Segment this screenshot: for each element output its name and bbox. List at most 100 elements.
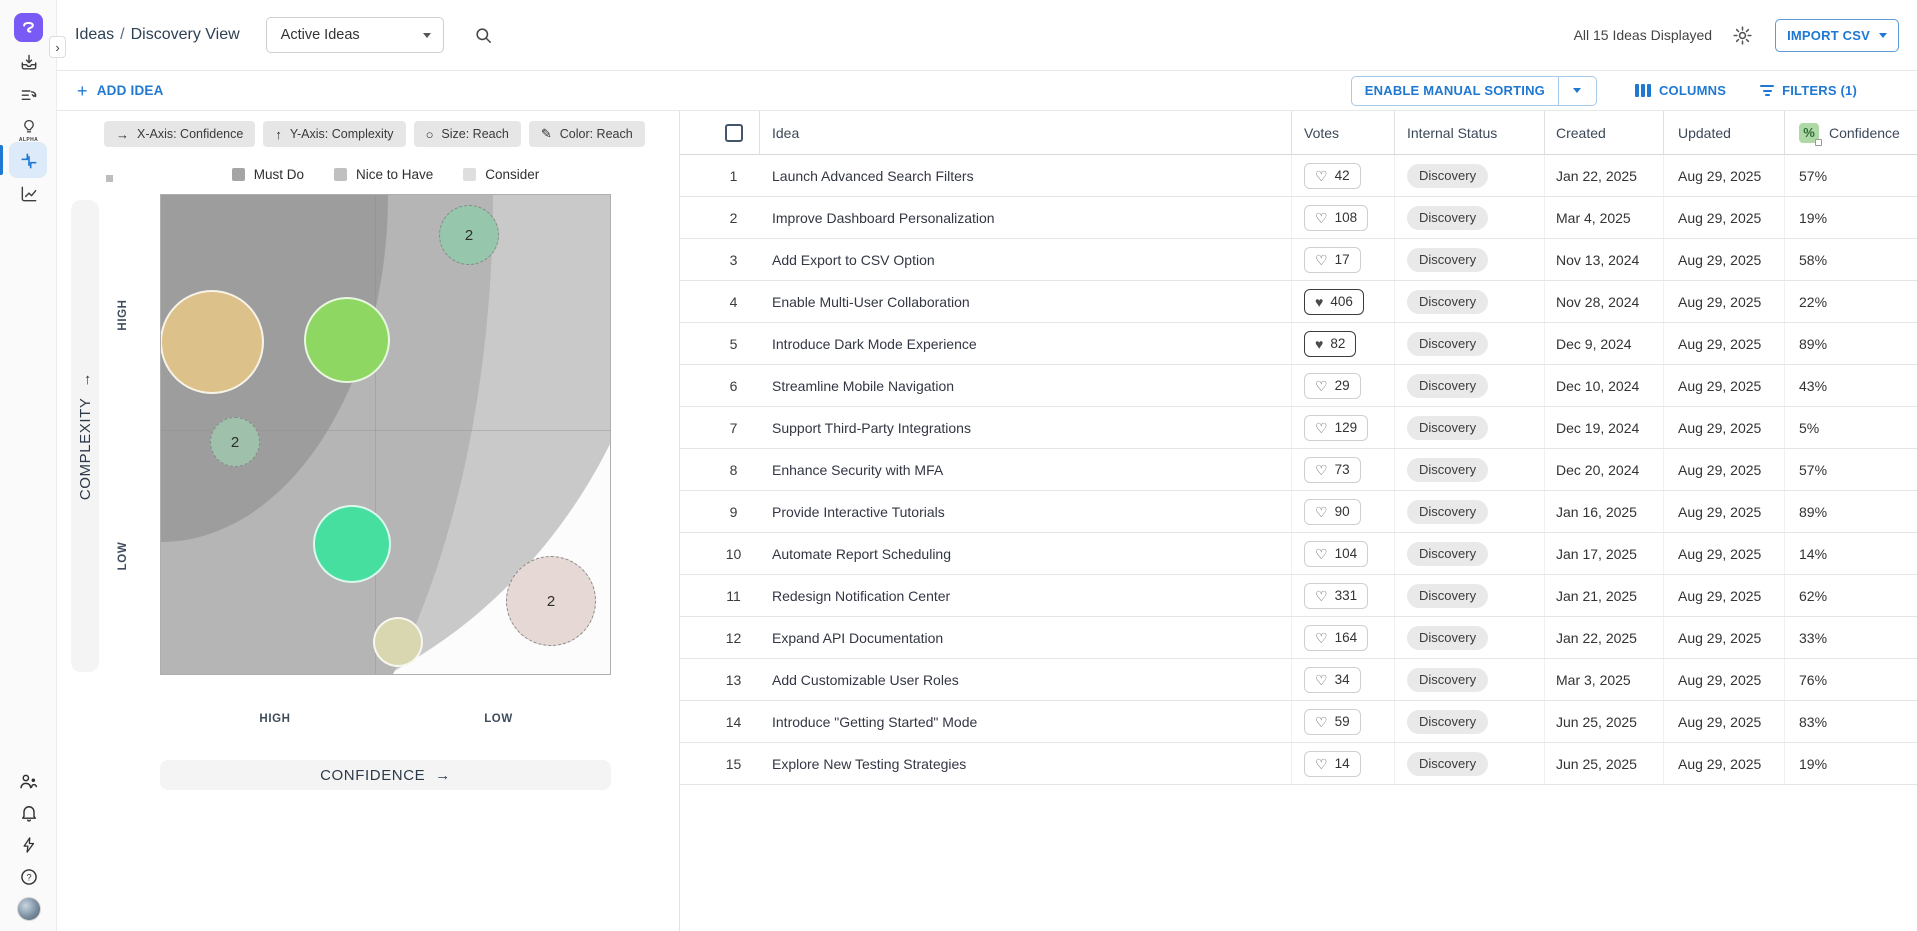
- insights-chart-icon[interactable]: [0, 181, 57, 207]
- idea-title[interactable]: Streamline Mobile Navigation: [759, 365, 1291, 406]
- table-row[interactable]: 2 Improve Dashboard Personalization ♡ 10…: [680, 197, 1917, 239]
- header-votes[interactable]: Votes: [1291, 111, 1394, 154]
- status-badge[interactable]: Discovery: [1407, 416, 1488, 440]
- idea-title[interactable]: Automate Report Scheduling: [759, 533, 1291, 574]
- table-row[interactable]: 7 Support Third-Party Integrations ♡ 129…: [680, 407, 1917, 449]
- table-row[interactable]: 9 Provide Interactive Tutorials ♡ 90 Dis…: [680, 491, 1917, 533]
- header-idea[interactable]: Idea: [759, 111, 1291, 154]
- notifications-bell-icon[interactable]: [0, 800, 57, 826]
- bubble-matrix-plot[interactable]: 2 2 2: [160, 194, 611, 675]
- view-selector-dropdown[interactable]: Active Ideas: [266, 17, 444, 53]
- import-csv-button[interactable]: IMPORT CSV: [1775, 19, 1899, 52]
- vote-button[interactable]: ♡ 59: [1304, 709, 1361, 735]
- status-badge[interactable]: Discovery: [1407, 542, 1488, 566]
- status-badge[interactable]: Discovery: [1407, 332, 1488, 356]
- vote-button[interactable]: ♡ 331: [1304, 583, 1368, 609]
- idea-title[interactable]: Improve Dashboard Personalization: [759, 197, 1291, 238]
- status-badge[interactable]: Discovery: [1407, 584, 1488, 608]
- header-internal-status[interactable]: Internal Status: [1394, 111, 1544, 154]
- table-row[interactable]: 8 Enhance Security with MFA ♡ 73 Discove…: [680, 449, 1917, 491]
- table-row[interactable]: 12 Expand API Documentation ♡ 164 Discov…: [680, 617, 1917, 659]
- vote-button[interactable]: ♡ 164: [1304, 625, 1368, 651]
- vote-button[interactable]: ♡ 104: [1304, 541, 1368, 567]
- status-badge[interactable]: Discovery: [1407, 458, 1488, 482]
- status-badge[interactable]: Discovery: [1407, 164, 1488, 188]
- columns-button[interactable]: COLUMNS: [1635, 83, 1726, 98]
- status-badge[interactable]: Discovery: [1407, 500, 1488, 524]
- vote-button[interactable]: ♡ 17: [1304, 247, 1361, 273]
- vote-button[interactable]: ♡ 29: [1304, 373, 1361, 399]
- vote-count: 14: [1335, 756, 1350, 771]
- header-created[interactable]: Created: [1544, 111, 1663, 154]
- idea-title[interactable]: Introduce "Getting Started" Mode: [759, 701, 1291, 742]
- status-badge[interactable]: Discovery: [1407, 710, 1488, 734]
- bubble[interactable]: [313, 505, 391, 583]
- status-badge[interactable]: Discovery: [1407, 626, 1488, 650]
- sorting-options-button[interactable]: [1558, 77, 1596, 105]
- idea-title[interactable]: Provide Interactive Tutorials: [759, 491, 1291, 532]
- breadcrumb-root[interactable]: Ideas: [75, 26, 114, 43]
- select-all-checkbox[interactable]: [725, 124, 743, 142]
- header-updated[interactable]: Updated: [1663, 111, 1784, 154]
- status-badge[interactable]: Discovery: [1407, 290, 1488, 314]
- idea-title[interactable]: Enhance Security with MFA: [759, 449, 1291, 490]
- idea-title[interactable]: Support Third-Party Integrations: [759, 407, 1291, 448]
- header-confidence[interactable]: % Confidence: [1784, 111, 1917, 154]
- bubble-cluster[interactable]: 2: [439, 205, 499, 265]
- users-icon[interactable]: [0, 768, 57, 794]
- status-badge[interactable]: Discovery: [1407, 374, 1488, 398]
- vote-button[interactable]: ♡ 129: [1304, 415, 1368, 441]
- status-badge[interactable]: Discovery: [1407, 668, 1488, 692]
- axis-chip[interactable]: ○Size: Reach: [414, 121, 521, 147]
- profile-avatar[interactable]: [0, 895, 57, 923]
- vote-button[interactable]: ♡ 42: [1304, 163, 1361, 189]
- table-row[interactable]: 14 Introduce "Getting Started" Mode ♡ 59…: [680, 701, 1917, 743]
- idea-title[interactable]: Add Export to CSV Option: [759, 239, 1291, 280]
- idea-title[interactable]: Introduce Dark Mode Experience: [759, 323, 1291, 364]
- priority-matrix-icon[interactable]: [0, 148, 57, 174]
- idea-title[interactable]: Explore New Testing Strategies: [759, 743, 1291, 784]
- app-logo[interactable]: [14, 13, 43, 42]
- backlog-list-icon[interactable]: [0, 83, 57, 109]
- table-row[interactable]: 15 Explore New Testing Strategies ♡ 14 D…: [680, 743, 1917, 785]
- idea-title[interactable]: Enable Multi-User Collaboration: [759, 281, 1291, 322]
- idea-title[interactable]: Redesign Notification Center: [759, 575, 1291, 616]
- enable-manual-sorting-button[interactable]: ENABLE MANUAL SORTING: [1352, 77, 1558, 105]
- vote-button[interactable]: ♡ 90: [1304, 499, 1361, 525]
- filters-button[interactable]: FILTERS (1): [1760, 83, 1857, 98]
- table-row[interactable]: 6 Streamline Mobile Navigation ♡ 29 Disc…: [680, 365, 1917, 407]
- table-row[interactable]: 11 Redesign Notification Center ♡ 331 Di…: [680, 575, 1917, 617]
- bubble[interactable]: [373, 617, 423, 667]
- axis-chip[interactable]: ✎Color: Reach: [529, 121, 645, 147]
- status-badge[interactable]: Discovery: [1407, 248, 1488, 272]
- table-row[interactable]: 10 Automate Report Scheduling ♡ 104 Disc…: [680, 533, 1917, 575]
- bubble[interactable]: [160, 290, 264, 394]
- table-row[interactable]: 13 Add Customizable User Roles ♡ 34 Disc…: [680, 659, 1917, 701]
- search-button[interactable]: [474, 26, 493, 45]
- status-badge[interactable]: Discovery: [1407, 206, 1488, 230]
- bubble-cluster[interactable]: 2: [210, 417, 260, 467]
- vote-button[interactable]: ♥ 82: [1304, 331, 1356, 357]
- vote-button[interactable]: ♡ 108: [1304, 205, 1368, 231]
- bubble-cluster[interactable]: 2: [506, 556, 596, 646]
- settings-button[interactable]: [1732, 25, 1753, 46]
- table-row[interactable]: 5 Introduce Dark Mode Experience ♥ 82 Di…: [680, 323, 1917, 365]
- table-row[interactable]: 3 Add Export to CSV Option ♡ 17 Discover…: [680, 239, 1917, 281]
- axis-chip[interactable]: →X-Axis: Confidence: [104, 121, 255, 147]
- table-row[interactable]: 4 Enable Multi-User Collaboration ♥ 406 …: [680, 281, 1917, 323]
- axis-chip[interactable]: ↑Y-Axis: Complexity: [263, 121, 405, 147]
- status-badge[interactable]: Discovery: [1407, 752, 1488, 776]
- idea-title[interactable]: Launch Advanced Search Filters: [759, 155, 1291, 196]
- idea-title[interactable]: Add Customizable User Roles: [759, 659, 1291, 700]
- vote-button[interactable]: ♥ 406: [1304, 289, 1364, 315]
- vote-button[interactable]: ♡ 73: [1304, 457, 1361, 483]
- add-idea-button[interactable]: + ADD IDEA: [77, 82, 164, 100]
- vote-button[interactable]: ♡ 34: [1304, 667, 1361, 693]
- quick-actions-bolt-icon[interactable]: [0, 832, 57, 858]
- idea-title[interactable]: Expand API Documentation: [759, 617, 1291, 658]
- bubble[interactable]: [304, 297, 390, 383]
- vote-button[interactable]: ♡ 14: [1304, 751, 1361, 777]
- sidebar-collapse-button[interactable]: ›: [49, 36, 66, 58]
- table-row[interactable]: 1 Launch Advanced Search Filters ♡ 42 Di…: [680, 155, 1917, 197]
- help-icon[interactable]: ?: [0, 864, 57, 890]
